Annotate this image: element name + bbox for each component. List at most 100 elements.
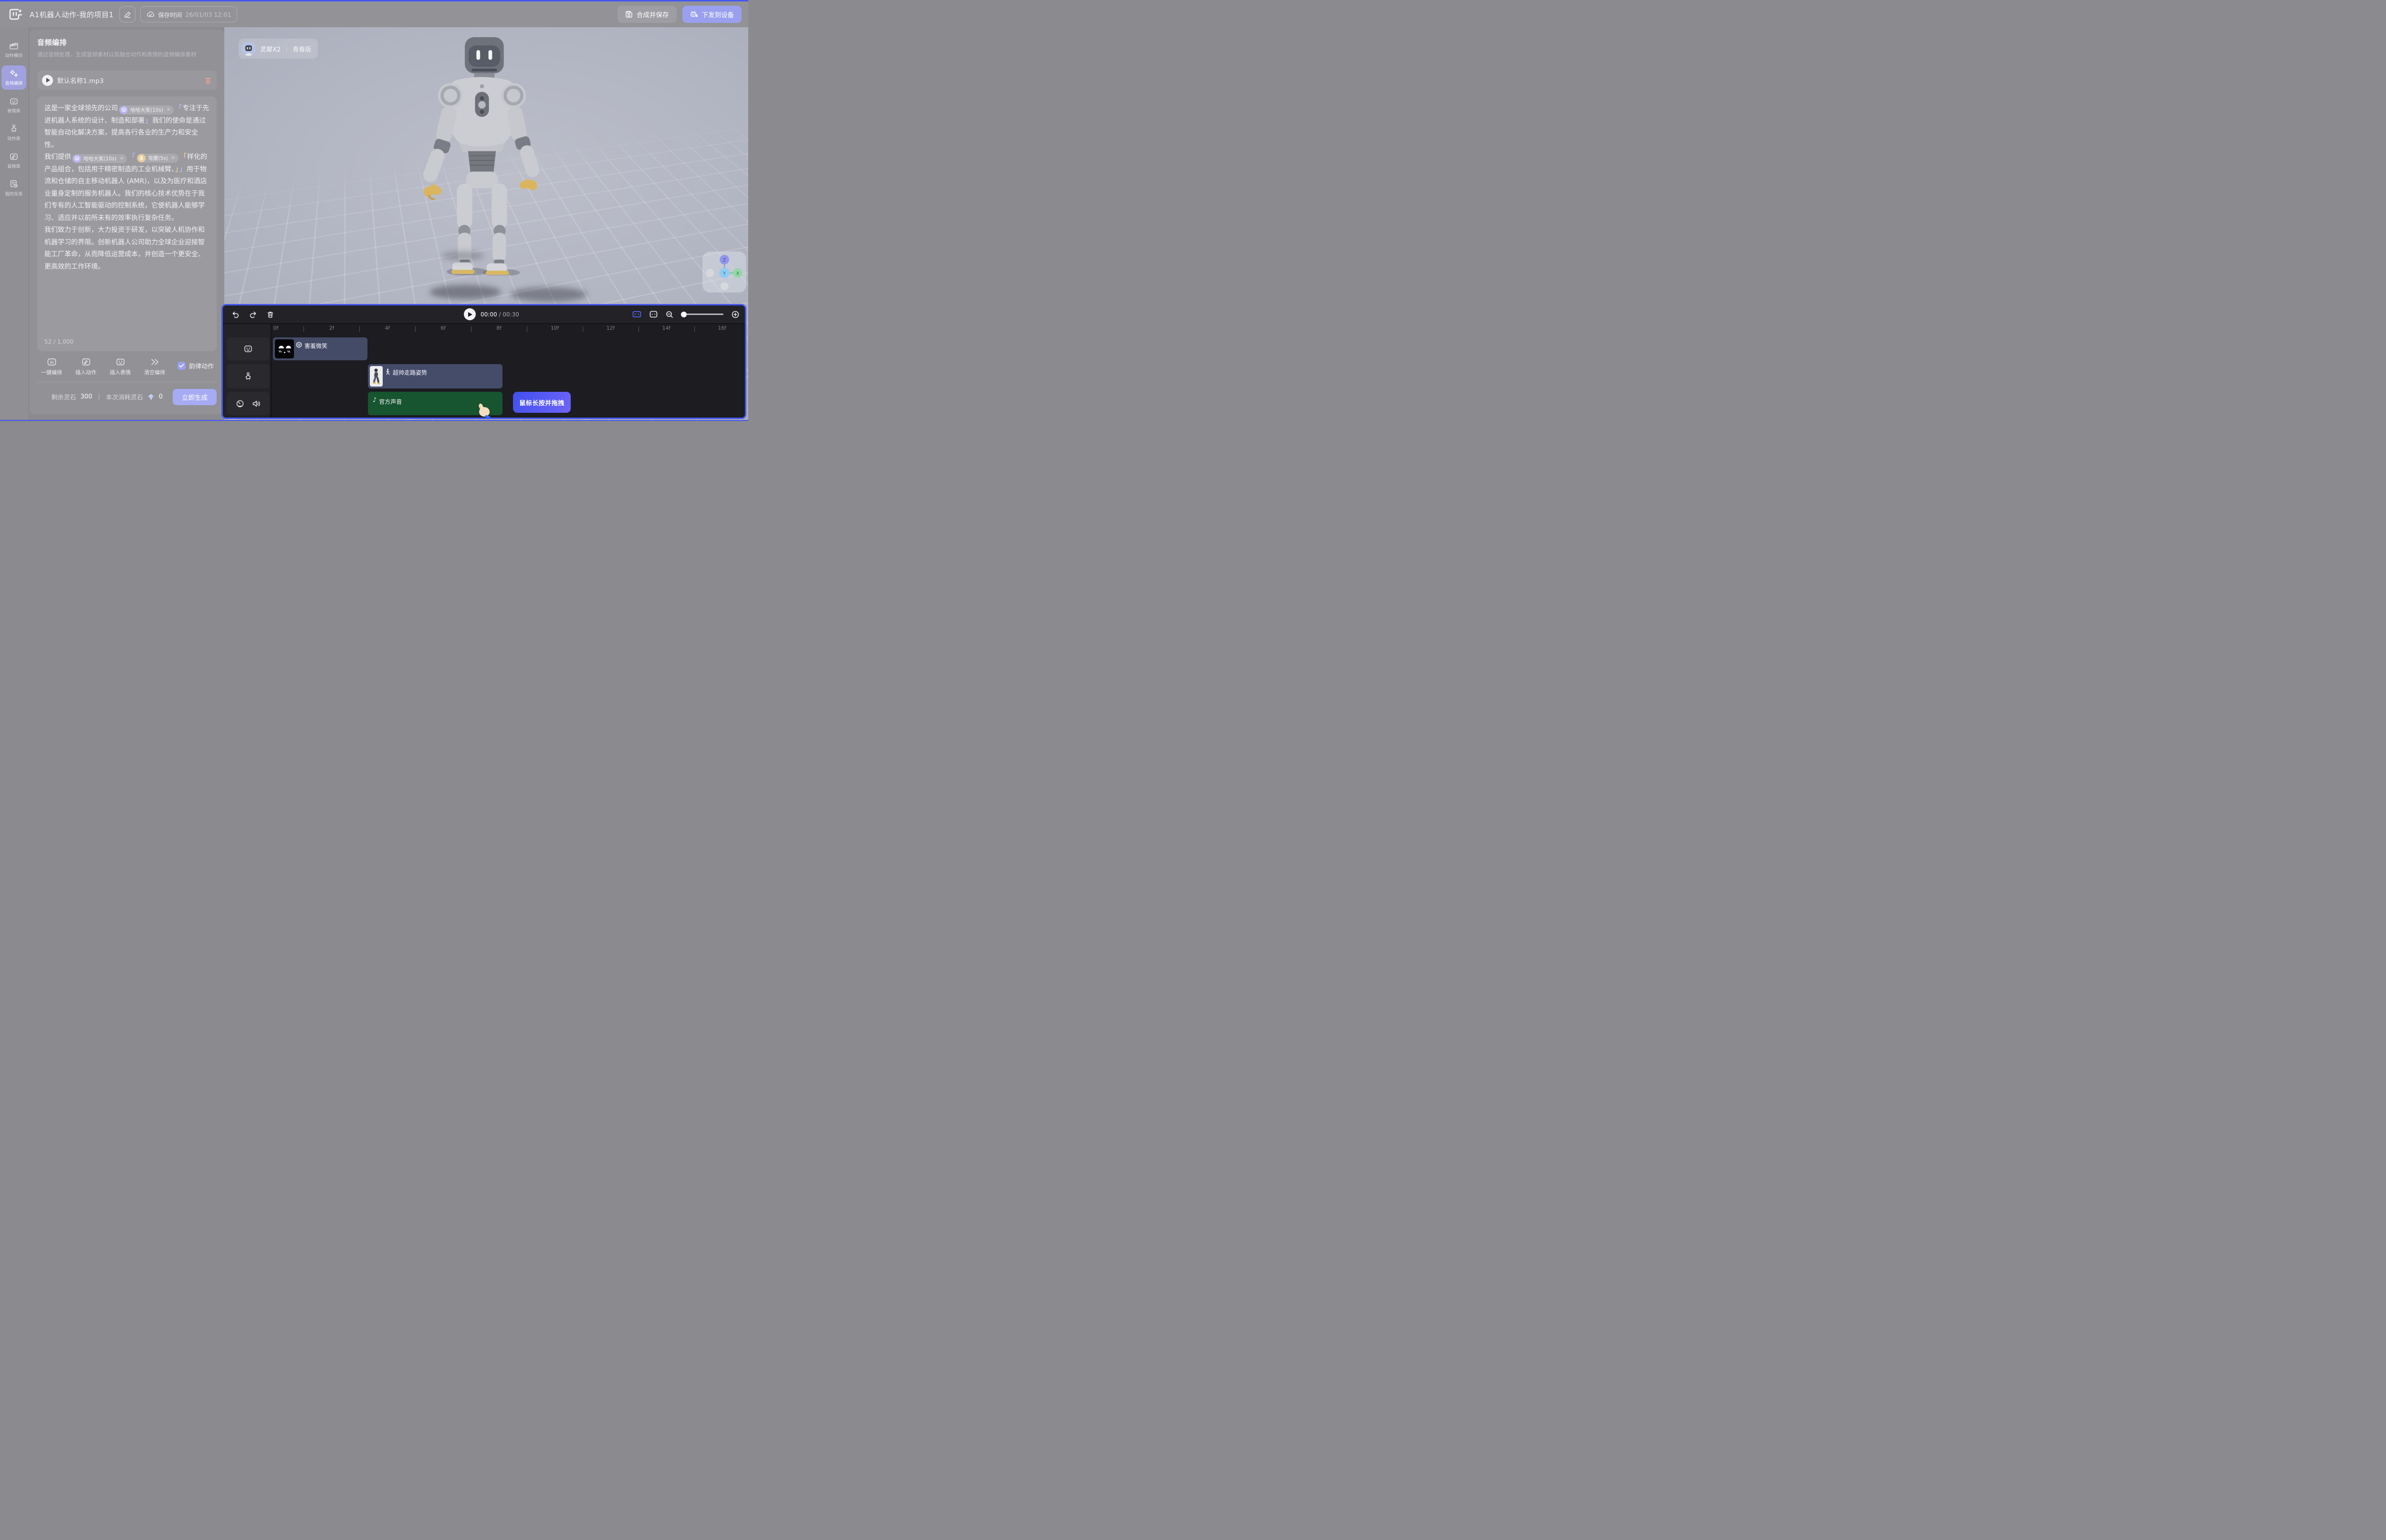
tag-label: 哈哈大笑(10s) — [130, 106, 163, 114]
playback-controls: 00:00 / 00:30 — [464, 305, 519, 323]
edit-tools — [231, 305, 274, 323]
track-column-divider — [271, 324, 272, 418]
clapperboard-icon — [9, 42, 19, 50]
robot-download-icon — [690, 10, 698, 18]
robot-face-icon — [9, 97, 19, 105]
remove-tag-icon[interactable]: ✕ — [167, 107, 170, 113]
project-title: A1机器人动作-我的项目1 — [30, 10, 114, 20]
merge-save-button[interactable]: 合成并保存 — [617, 6, 677, 23]
sidebar-item-audio-arrange[interactable]: 音频编排 — [1, 65, 26, 90]
rename-button[interactable] — [119, 6, 136, 22]
view-tools — [632, 305, 739, 323]
save-time: 26/01/03 12:01 — [185, 11, 231, 18]
rhythm-motion-toggle[interactable]: 韵律动作 — [178, 361, 214, 370]
sidebar-item-expression-library[interactable]: 表情库 — [1, 93, 26, 117]
deploy-button[interactable]: 下发到设备 — [682, 6, 742, 23]
save-label: 保存时间 — [158, 10, 182, 19]
note-box-icon — [81, 357, 91, 367]
time-total: 00:30 — [502, 311, 519, 318]
bottom-accent-strip — [0, 420, 748, 421]
action-track-header[interactable] — [227, 364, 270, 388]
action-clip[interactable]: 超帅走路姿势 — [368, 364, 502, 388]
checkbox-checked-icon[interactable] — [178, 362, 186, 370]
robot-face-icon — [115, 357, 126, 367]
audio-track-header[interactable] — [227, 392, 270, 415]
fit-timeline-icon[interactable] — [632, 311, 641, 318]
ruler-label: 14f — [662, 325, 670, 331]
ruler-label: 0f — [273, 325, 278, 331]
editor-rich-text: 这是一家全球领先的公司哈哈大笑(10s)✕「专注于先进机器人系统的设计、制造和部… — [44, 103, 209, 273]
volume-icon[interactable] — [252, 400, 261, 408]
smiley-icon — [296, 342, 302, 348]
sidebar-item-label: 动作模仿 — [5, 52, 22, 58]
ruler-tick — [303, 326, 304, 332]
action-track-icon — [243, 372, 253, 381]
remove-tag-icon[interactable]: ✕ — [120, 156, 124, 161]
expression-tag[interactable]: 哈哈大笑(10s)✕ — [72, 154, 127, 163]
play-button[interactable] — [464, 308, 476, 320]
clip-label: 官方声音 — [379, 398, 402, 406]
ruler-label: 2f — [329, 325, 334, 331]
remove-tag-icon[interactable]: ✕ — [171, 156, 175, 161]
delete-audio-icon[interactable] — [204, 76, 212, 84]
zoom-out-icon[interactable] — [666, 311, 673, 318]
cost-gems-label: 本次消耗灵石 — [106, 392, 143, 401]
tag-label: 弯腰(5s) — [148, 155, 167, 162]
drag-hint-button[interactable]: 鼠标长按并拖拽 — [513, 392, 571, 413]
expression-clip[interactable]: 害羞微笑 — [273, 337, 367, 360]
script-editor[interactable]: 这是一家全球领先的公司哈哈大笑(10s)✕「专注于先进机器人系统的设计、制造和部… — [37, 96, 217, 351]
scope-bracket: 」 — [175, 166, 178, 173]
model-edition: 青春版 — [293, 44, 311, 53]
insert-action-button[interactable]: 插入动作 — [74, 357, 97, 376]
footer-divider: | — [98, 393, 100, 400]
expression-track-icon — [243, 345, 253, 353]
sidebar-item-label: 表情库 — [7, 107, 21, 114]
delete-clip-icon[interactable] — [267, 311, 274, 318]
sidebar-item-label: 音频库 — [7, 162, 21, 169]
editor-text-segment: 用于物流和仓储的自主移动机器人 (AMR)，以及为医疗和酒店业量身定制的服务机器… — [44, 166, 207, 271]
robot-avatar — [241, 42, 256, 56]
action-tag[interactable]: 弯腰(5s) ✕ — [136, 154, 178, 163]
insert-expression-button[interactable]: 插入表情 — [109, 357, 132, 376]
axis-gizmo[interactable]: Z X Y — [702, 251, 746, 293]
robot-model[interactable] — [410, 34, 554, 275]
action-label: 插入动作 — [75, 368, 96, 376]
clip-range-icon[interactable] — [649, 311, 658, 318]
time-separator: / — [497, 311, 503, 318]
expression-tag[interactable]: 哈哈大笑(10s) ✕ — [119, 105, 174, 115]
top-accent-strip — [0, 0, 748, 1]
zoom-in-icon[interactable] — [732, 311, 739, 318]
timeline-zoom-slider[interactable] — [681, 314, 723, 315]
pencil-icon — [124, 11, 131, 18]
clear-arrange-button[interactable]: 清空编排 — [143, 357, 166, 376]
redo-icon[interactable] — [249, 311, 257, 318]
music-box-icon — [9, 152, 19, 161]
sidebar-item-motion-imitation[interactable]: 动作模仿 — [1, 38, 26, 62]
audio-clip-item[interactable]: 默认名称1.mp3 — [37, 71, 217, 90]
badge-separator: ｜ — [283, 44, 290, 53]
ruler-label: 10f — [551, 325, 559, 331]
action-label: 清空编排 — [144, 368, 165, 376]
slider-knob[interactable] — [681, 312, 687, 317]
person-icon — [9, 124, 19, 133]
editor-text-segment: 这是一家全球领先的公司 — [44, 105, 118, 112]
editor-actions-row: AI 一键编排 插入动作 — [37, 357, 217, 376]
ruler-tick — [694, 326, 695, 332]
audio-arrange-panel: 音频编排 通过音频处理，生成音频素材以及融合动作和表情的音频编排素材 默认名称1… — [30, 30, 224, 414]
model-badge[interactable]: 灵犀X2 ｜ 青春版 — [239, 39, 318, 59]
generate-now-button[interactable]: 立即生成 — [173, 389, 217, 405]
action-label: 插入表情 — [110, 368, 131, 376]
panel-subtitle: 通过音频处理，生成音频素材以及融合动作和表情的音频编排素材 — [37, 51, 217, 58]
play-audio-icon[interactable] — [42, 75, 53, 86]
one-key-arrange-button[interactable]: AI 一键编排 — [40, 357, 63, 376]
remaining-gems-value: 300 — [80, 393, 92, 400]
undo-icon[interactable] — [231, 311, 240, 318]
sidebar-item-audio-library[interactable]: 音频库 — [1, 148, 26, 173]
sparkles-icon — [9, 69, 19, 78]
app-logo-icon — [7, 7, 25, 22]
left-sidebar: 动作模仿 音频编排 表情库 — [0, 27, 28, 421]
sidebar-item-my-tasks[interactable]: 我的任务 — [1, 176, 26, 200]
sidebar-item-action-library[interactable]: 动作库 — [1, 121, 26, 145]
gem-icon — [147, 394, 155, 400]
expression-track-header[interactable] — [227, 337, 270, 360]
